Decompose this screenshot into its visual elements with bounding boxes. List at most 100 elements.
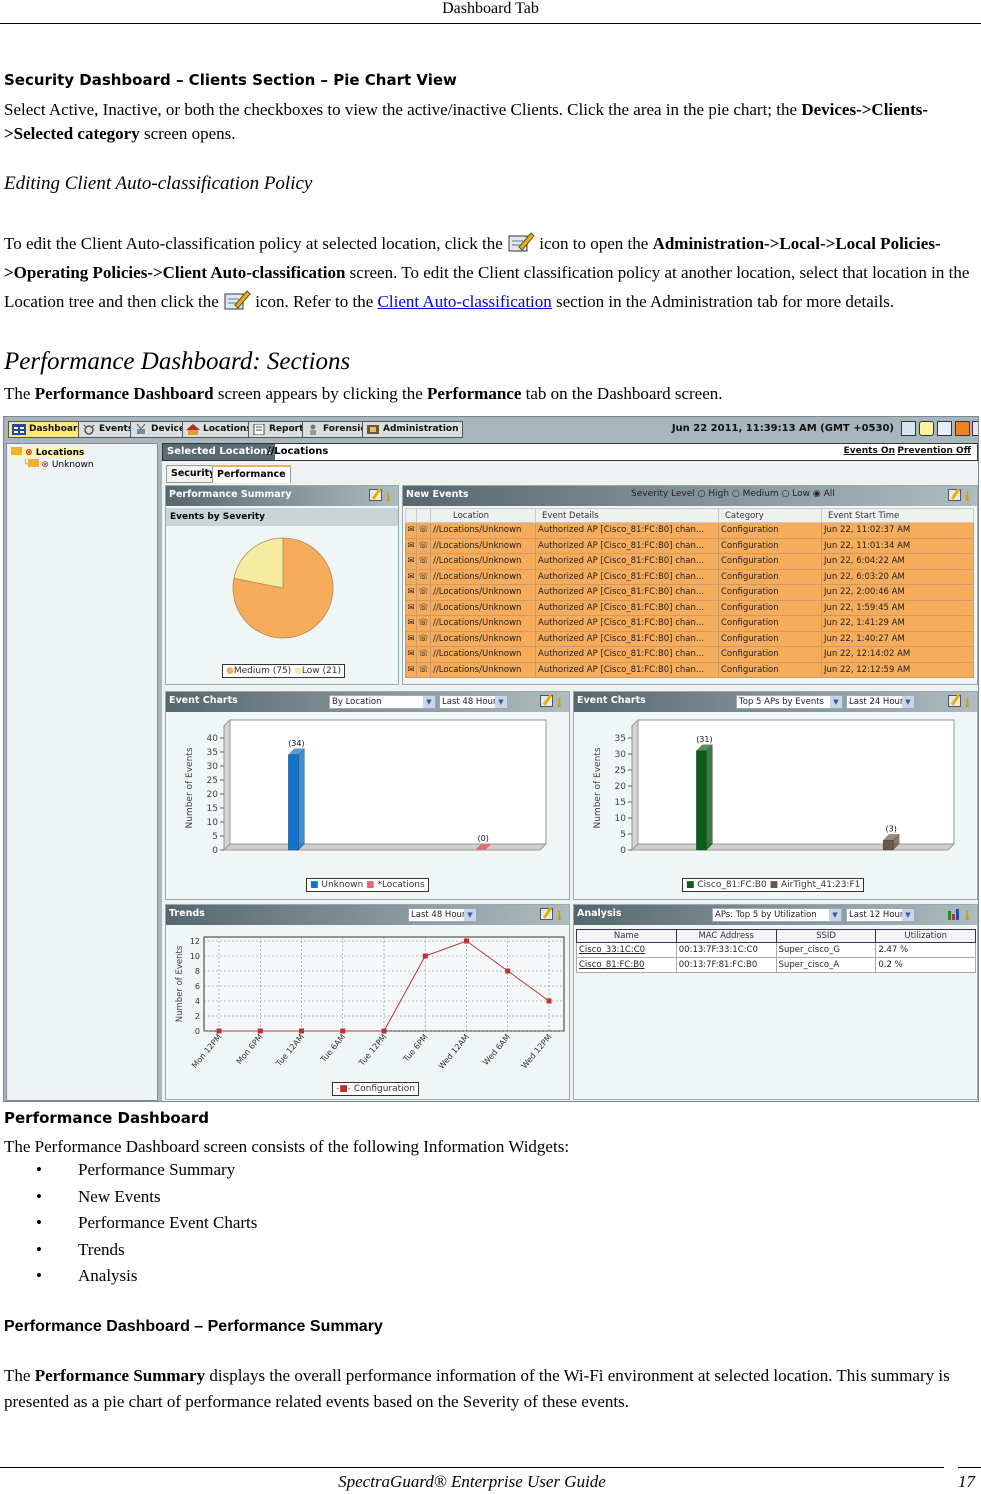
shield-icon[interactable] [955, 421, 970, 436]
radio-all[interactable]: ◉ All [813, 489, 835, 499]
acknowledge-icon[interactable]: ☏ [416, 537, 431, 554]
table-row[interactable]: ✉ ☏//Locations/Unknown Authorized AP [Cisc… [405, 599, 974, 616]
table-row[interactable]: ✉ ☏//Locations/Unknown Authorized AP [Cisc… [405, 568, 974, 585]
acknowledge-icon[interactable]: ☏ [416, 553, 431, 570]
col-header-category[interactable]: Category [718, 508, 822, 523]
mail-icon[interactable]: ✉ [405, 615, 417, 632]
table-row[interactable]: ✉ ☏//Locations/Unknown Authorized AP [Cisc… [405, 661, 974, 678]
info-icon[interactable]: i [965, 910, 971, 923]
col-header-ssid[interactable]: SSID [775, 929, 877, 943]
time-range-select[interactable]: Last 48 Hours ▼ [439, 695, 508, 709]
acknowledge-icon[interactable]: ☏ [416, 661, 431, 678]
edit-icon[interactable] [540, 695, 553, 707]
radio-high[interactable]: ○ High [698, 489, 729, 499]
nav-tab-label: Locations [203, 424, 252, 434]
mail-icon[interactable]: ✉ [405, 599, 417, 616]
col-header-event-start-time[interactable]: Event Start Time [821, 508, 974, 523]
table-row[interactable]: ✉ ☏//Locations/Unknown Authorized AP [Cisc… [405, 553, 974, 570]
nav-tab-events[interactable]: Events [78, 421, 138, 438]
text: The [4, 384, 35, 403]
edit-icon[interactable] [369, 489, 382, 501]
acknowledge-icon[interactable]: ☏ [416, 522, 431, 539]
prevention-off-link[interactable]: Prevention Off [897, 446, 971, 456]
y-tick-label: 6 [195, 982, 200, 991]
mail-icon[interactable]: ✉ [405, 522, 417, 539]
bar-data-label: (0) [477, 834, 488, 843]
info-icon[interactable]: i [965, 697, 971, 710]
cell-category: Configuration [718, 661, 822, 678]
col-header-mac[interactable]: MAC Address [675, 929, 777, 943]
acknowledge-icon[interactable]: ☏ [416, 568, 431, 585]
bar-chart-icon[interactable] [947, 908, 961, 920]
subtab-performance[interactable]: Performance [212, 465, 291, 483]
table-row[interactable]: ✉ ☏//Locations/Unknown Authorized AP [Cisc… [405, 646, 974, 663]
mail-icon[interactable]: ✉ [405, 584, 417, 601]
nav-tab-dashboard[interactable]: Dashboard [8, 421, 88, 438]
info-icon[interactable]: i [965, 491, 971, 504]
mail-icon[interactable]: ✉ [405, 646, 417, 663]
selected-location-bar: Selected Location: //Locations Events On… [162, 443, 978, 461]
info-icon[interactable]: i [557, 910, 563, 923]
col-header-location[interactable]: Location [430, 508, 536, 523]
edit-icon[interactable] [540, 908, 553, 920]
widget-subtitle: Events by Severity [166, 508, 398, 526]
cell-event-details: Authorized AP [Cisco_81:FC:B0] chan... [535, 568, 719, 585]
col-header-name[interactable]: Name [576, 929, 677, 943]
severity-pie-chart [232, 537, 334, 639]
time-range-select[interactable]: Last 48 Hours ▼ [408, 908, 477, 922]
acknowledge-icon[interactable]: ☏ [416, 584, 431, 601]
chart-type-select[interactable]: Top 5 APs by Events ▼ [736, 695, 843, 709]
bar1-legend: ■ Unknown ■ *Locations [306, 878, 429, 892]
selected-location-label: Selected Location: [163, 444, 276, 460]
nav-tab-locations[interactable]: Locations [182, 421, 256, 438]
acknowledge-icon[interactable]: ☏ [416, 599, 431, 616]
mail-icon[interactable]: ✉ [405, 630, 417, 647]
cell-event-start-time: Jun 22, 1:59:45 AM [821, 599, 974, 616]
list-icon[interactable] [937, 421, 952, 436]
acknowledge-icon[interactable]: ☏ [416, 630, 431, 647]
edit-icon[interactable] [948, 695, 961, 707]
chart-side-wall [631, 718, 639, 852]
refresh-icon[interactable] [901, 421, 916, 436]
logout-icon[interactable] [972, 421, 978, 436]
tree-item-locations[interactable]: ⊗ Locations [11, 447, 85, 458]
help-icon[interactable] [919, 421, 934, 436]
col-header-utilization[interactable]: Utilization [875, 929, 976, 943]
col-header-event-details[interactable]: Event Details [535, 508, 719, 523]
radio-low[interactable]: ○ Low [782, 489, 810, 499]
table-row[interactable]: ✉ ☏//Locations/Unknown Authorized AP [Cisc… [405, 522, 974, 539]
cell-name-link[interactable]: Cisco_33:1C:C0 [576, 942, 677, 958]
info-icon[interactable]: i [557, 697, 563, 710]
cell-location: //Locations/Unknown [430, 584, 536, 601]
table-row[interactable]: ✉ ☏//Locations/Unknown Authorized AP [Cisc… [405, 615, 974, 632]
mail-icon[interactable]: ✉ [405, 661, 417, 678]
table-row[interactable]: ✉ ☏//Locations/Unknown Authorized AP [Cisc… [405, 584, 974, 601]
bar-data-label: (31) [696, 735, 712, 744]
radio-medium[interactable]: ○ Medium [732, 489, 779, 499]
events-on-link[interactable]: Events On [844, 446, 895, 456]
chart-type-select[interactable]: By Location ▼ [329, 695, 436, 709]
severity-label: Severity Level [631, 489, 695, 499]
mail-icon[interactable]: ✉ [405, 537, 417, 554]
acknowledge-icon[interactable]: ☏ [416, 615, 431, 632]
client-auto-classification-link[interactable]: Client Auto-classification [378, 292, 552, 311]
trends-widget: Trends Last 48 Hours ▼ i 0 2 4 6 8 10 12 Mon 12P… [165, 904, 570, 1100]
cell-name-link[interactable]: Cisco_81:FC:B0 [576, 957, 677, 973]
cell-event-start-time: Jun 22, 12:12:59 AM [821, 661, 974, 678]
cell-event-start-time: Jun 22, 6:03:20 AM [821, 568, 974, 585]
time-range-select[interactable]: Last 24 Hours ▼ [846, 695, 915, 709]
info-icon[interactable]: i [386, 491, 392, 504]
tree-item-unknown[interactable]: └ ⊗ Unknown [23, 459, 94, 470]
nav-tab-administration[interactable]: Administration [362, 421, 463, 438]
bar2-legend: ■ Cisco_81:FC:B0 ■ AirTight_41:23:F1 [682, 878, 865, 892]
analysis-type-select[interactable]: APs: Top 5 by Utilization ▼ [712, 908, 842, 922]
table-row[interactable]: ✉ ☏//Locations/Unknown Authorized AP [Cisc… [405, 630, 974, 647]
edit-icon[interactable] [948, 489, 961, 501]
mail-icon[interactable]: ✉ [405, 553, 417, 570]
table-row[interactable]: ✉ ☏//Locations/Unknown Authorized AP [Cisc… [405, 537, 974, 554]
bar-data-label: (34) [288, 739, 304, 748]
acknowledge-icon[interactable]: ☏ [416, 646, 431, 663]
time-range-select[interactable]: Last 12 Hours ▼ [846, 908, 915, 922]
mail-icon[interactable]: ✉ [405, 568, 417, 585]
y-tick-label: 12 [190, 937, 200, 946]
